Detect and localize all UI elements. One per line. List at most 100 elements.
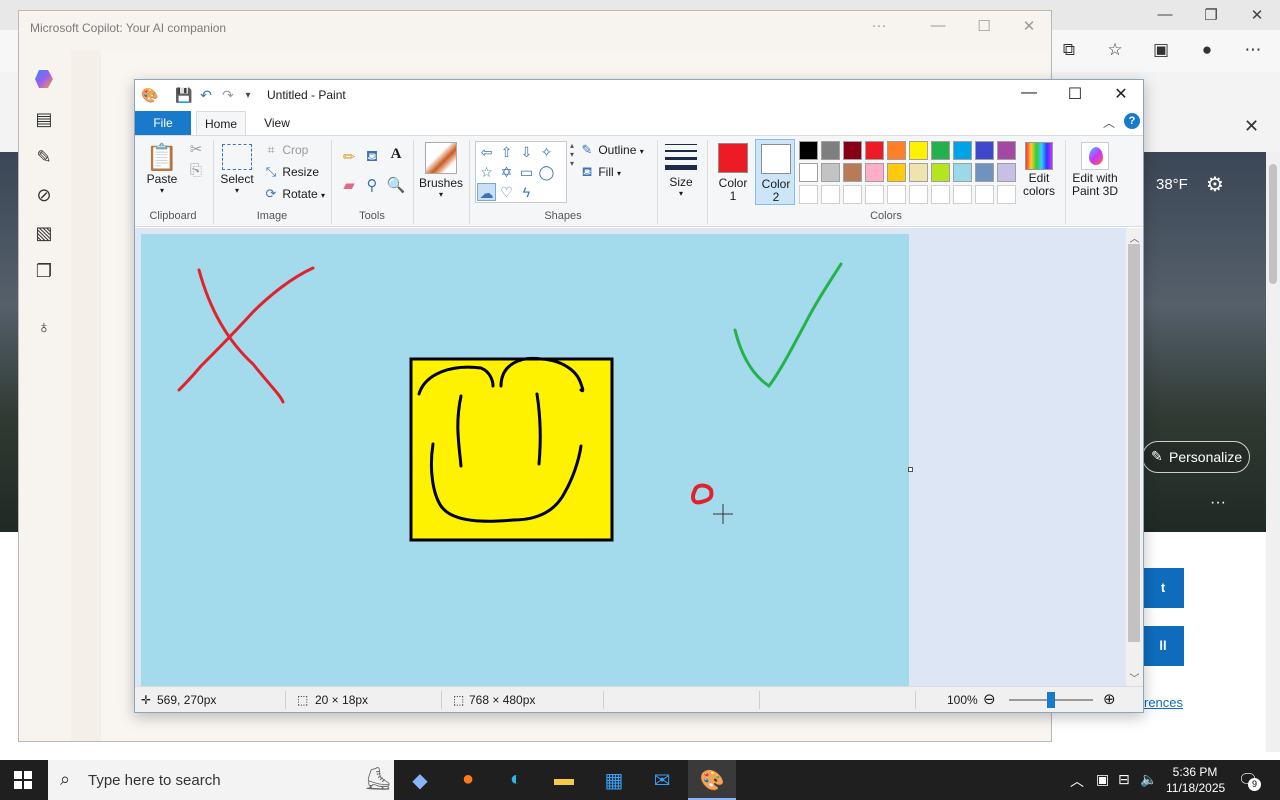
pencil-icon[interactable]: ✏ (338, 148, 360, 168)
canvas-workspace[interactable] (135, 228, 1126, 686)
discover-icon[interactable]: ⊘ (31, 185, 57, 209)
shape-six-star-icon[interactable]: ✡ (497, 163, 516, 181)
palette-swatch[interactable] (953, 163, 972, 182)
tray-volume-icon[interactable]: 🔈 (1140, 771, 1157, 788)
paint-app-icon[interactable]: 🎨 (141, 87, 159, 104)
preferences-link[interactable]: rences (1144, 695, 1183, 710)
palette-swatch[interactable] (909, 185, 928, 204)
shape-heart-icon[interactable]: ♡ (497, 183, 516, 201)
tray-chevron-icon[interactable]: ︿ (1070, 771, 1084, 791)
vertical-scrollbar[interactable]: ︿ ﹀ (1126, 228, 1143, 686)
canvas-resize-handle[interactable] (908, 467, 913, 472)
palette-swatch[interactable] (997, 185, 1016, 204)
shape-callout-rect-icon[interactable]: ▭ (517, 163, 536, 181)
collections-icon[interactable]: ▣ (1148, 40, 1174, 60)
palette-swatch[interactable] (975, 141, 994, 160)
notification-icon[interactable]: 🗨9 (1238, 770, 1261, 791)
color1-button[interactable]: Color 1 (713, 139, 753, 205)
save-icon[interactable]: 💾 (175, 87, 193, 104)
fill-bucket-icon[interactable]: ⛾ (361, 148, 383, 168)
feed-more-icon[interactable]: ··· (1210, 494, 1226, 512)
rotate-button[interactable]: ⟳ Rotate ▾ (263, 186, 326, 202)
customize-qat-icon[interactable]: ▾ (239, 90, 257, 101)
palette-swatch[interactable] (931, 185, 950, 204)
pages-icon[interactable]: ❐ (31, 261, 57, 285)
redo-icon[interactable]: ↷ (219, 87, 237, 104)
sidebar-close-icon[interactable]: ✕ (1244, 116, 1259, 137)
collapse-ribbon-icon[interactable]: ︿ (1103, 114, 1115, 131)
favorites-icon[interactable]: ☆ (1102, 40, 1128, 60)
palette-swatch[interactable] (887, 141, 906, 160)
palette-swatch[interactable] (953, 185, 972, 204)
shapes-scroll[interactable]: ▴ ▾ ▾ (567, 141, 577, 203)
profile-icon[interactable]: ● (1194, 40, 1220, 60)
palette-swatch[interactable] (865, 163, 884, 182)
edit-colors-button[interactable]: Edit colors (1019, 142, 1059, 198)
shape-five-star-icon[interactable]: ☆ (477, 163, 496, 181)
taskbar-clock[interactable]: 5:36 PM 11/18/2025 (1166, 764, 1225, 796)
new-chat-icon[interactable]: ✎ (31, 147, 57, 171)
shape-callout-oval-icon[interactable]: ◯ (537, 163, 556, 181)
scroll-thumb[interactable] (1128, 244, 1140, 642)
edge-scrollbar[interactable] (1266, 152, 1280, 752)
edge-blue-button-2[interactable]: ll (1142, 626, 1184, 666)
palette-swatch[interactable] (931, 141, 950, 160)
personalize-button[interactable]: ✎ Personalize (1142, 441, 1250, 473)
palette-swatch[interactable] (843, 185, 862, 204)
scroll-up-icon[interactable]: ︿ (1126, 230, 1143, 245)
edge-minimize-button[interactable]: — (1150, 6, 1180, 23)
taskbar-outlook-icon[interactable]: ✉ (638, 760, 686, 800)
palette-swatch[interactable] (843, 163, 862, 182)
sidebar-toggle-icon[interactable]: ▤ (31, 109, 57, 133)
palette-swatch[interactable] (975, 163, 994, 182)
copilot-more-button[interactable]: ··· (864, 17, 894, 34)
crop-button[interactable]: ⌗ Crop (263, 142, 308, 158)
palette-swatch[interactable] (975, 185, 994, 204)
account-icon[interactable]: ♁ (31, 317, 57, 341)
help-icon[interactable]: ? (1124, 113, 1140, 129)
resize-button[interactable]: ⤡ Resize (263, 164, 319, 180)
more-icon[interactable]: ⋯ (1240, 40, 1266, 60)
shape-left-arrow-icon[interactable]: ⇦ (477, 143, 496, 161)
magnifier-icon[interactable]: 🔍 (385, 176, 407, 196)
brushes-button[interactable]: Brushes ▾ (419, 142, 463, 199)
outline-button[interactable]: ✎ Outline ▾ (579, 142, 644, 158)
fill-button[interactable]: ⛾ Fill ▾ (579, 164, 621, 182)
palette-swatch[interactable] (953, 141, 972, 160)
paste-button[interactable]: 📋 Paste ▾ (145, 142, 179, 195)
taskbar-firefox-icon[interactable]: ● (444, 760, 492, 800)
edge-close-button[interactable]: ✕ (1242, 6, 1272, 24)
scroll-down-icon[interactable]: ﹀ (1126, 670, 1143, 685)
zoom-slider-thumb[interactable] (1047, 692, 1055, 708)
palette-swatch[interactable] (931, 163, 950, 182)
paint-minimize-button[interactable]: — (1007, 84, 1051, 108)
drawing-canvas[interactable] (141, 234, 909, 686)
cut-icon[interactable]: ✂ (185, 140, 207, 160)
tab-file[interactable]: File (135, 111, 191, 135)
zoom-out-icon[interactable]: ⊖ (983, 690, 996, 708)
taskbar-copilot-icon[interactable]: ◆ (396, 760, 444, 800)
palette-swatch[interactable] (799, 141, 818, 160)
palette-swatch[interactable] (821, 141, 840, 160)
copilot-maximize-button[interactable]: ☐ (969, 17, 999, 35)
tab-view[interactable]: View (253, 111, 301, 135)
taskbar-search[interactable]: ⌕ Type here to search ⛸ (48, 760, 394, 800)
edge-blue-button-1[interactable]: t (1142, 568, 1184, 608)
color2-button[interactable]: Color 2 (755, 139, 795, 205)
paint-close-button[interactable]: ✕ (1099, 84, 1143, 108)
palette-swatch[interactable] (997, 141, 1016, 160)
tray-meet-icon[interactable]: ▣ (1096, 771, 1109, 788)
shape-down-arrow-icon[interactable]: ⇩ (517, 143, 536, 161)
palette-swatch[interactable] (865, 185, 884, 204)
palette-swatch[interactable] (821, 163, 840, 182)
palette-swatch[interactable] (909, 163, 928, 182)
palette-swatch[interactable] (997, 163, 1016, 182)
extensions-icon[interactable]: ⧉ (1056, 40, 1082, 60)
copilot-minimize-button[interactable]: — (923, 17, 953, 34)
tray-network-icon[interactable]: ⊟ (1118, 771, 1130, 788)
tab-home[interactable]: Home (196, 111, 246, 135)
palette-swatch[interactable] (909, 141, 928, 160)
shape-callout-cloud-icon[interactable]: ☁ (477, 183, 496, 201)
start-button[interactable] (14, 771, 32, 789)
taskbar-edge-icon[interactable]: ◐ (492, 760, 540, 800)
